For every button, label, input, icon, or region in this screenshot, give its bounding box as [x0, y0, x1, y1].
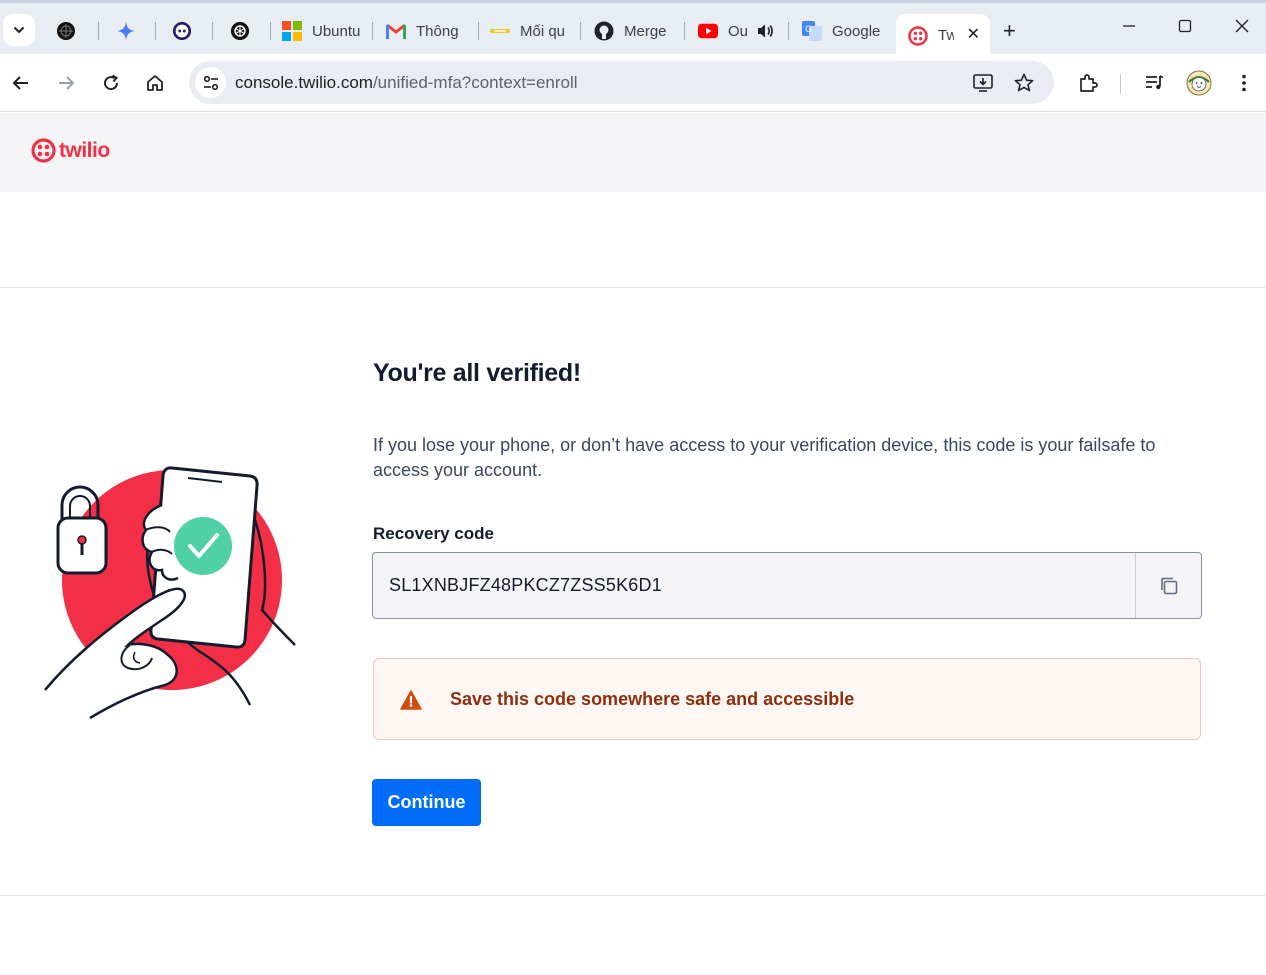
bottom-divider — [0, 895, 1266, 896]
copilot-icon — [172, 21, 192, 41]
padlock-icon — [56, 485, 108, 575]
install-app-icon[interactable] — [972, 72, 994, 94]
github-icon — [594, 21, 614, 41]
bookmark-star-icon[interactable] — [1013, 72, 1035, 94]
tab-title: Merge — [624, 22, 667, 40]
tab-close-icon[interactable]: ✕ — [967, 24, 980, 44]
warning-triangle-icon — [400, 690, 422, 710]
tab-separator — [580, 22, 581, 40]
media-controls-icon[interactable] — [1141, 70, 1167, 96]
address-bar[interactable]: console.twilio.com/unified-mfa?context=e… — [189, 61, 1054, 104]
browser-tab-moi-quan[interactable]: Mối qu — [478, 11, 580, 51]
continue-button[interactable]: Continue — [372, 779, 481, 826]
toolbar-separator — [1120, 74, 1121, 94]
logo-wordmark: twilio — [59, 138, 110, 162]
home-icon — [147, 75, 163, 91]
copy-icon — [1160, 577, 1177, 594]
checkmark-circle-icon — [174, 517, 232, 575]
url-text: console.twilio.com/unified-mfa?context=e… — [235, 73, 578, 93]
browser-toolbar: console.twilio.com/unified-mfa?context=e… — [0, 54, 1266, 112]
browser-tab-copilot[interactable] — [160, 11, 212, 51]
browser-tab-ubuntu[interactable]: Ubuntu — [270, 11, 372, 51]
chevron-down-icon — [14, 27, 24, 34]
youtube-icon — [698, 23, 718, 39]
browser-tab-github[interactable]: Merge — [582, 11, 684, 51]
gemini-icon — [117, 22, 135, 40]
verified-phone-illustration — [40, 460, 300, 725]
extensions-puzzle-icon[interactable] — [1075, 70, 1101, 96]
browser-tab-bar: Ubuntu Thông Mối qu Merge Ou G Google Tw… — [0, 0, 1266, 57]
browser-tab-perplexity[interactable] — [44, 11, 98, 51]
url-host: console.twilio.com — [235, 73, 373, 92]
recovery-code-value[interactable]: SL1XNBJFZ48PKCZ7ZSS5K6D1 — [389, 575, 662, 596]
site-info-button[interactable] — [195, 67, 226, 98]
twilio-logo-icon — [31, 138, 56, 163]
copy-code-button[interactable] — [1135, 553, 1201, 618]
tab-title: Google — [832, 22, 881, 40]
chatgpt-icon — [230, 21, 250, 41]
twilio-icon — [908, 25, 928, 46]
tab-search-button[interactable] — [3, 14, 35, 46]
browser-tab-gemini[interactable] — [104, 11, 154, 51]
reload-icon — [104, 74, 119, 91]
browser-tab-chatgpt[interactable] — [218, 11, 270, 51]
tune-icon — [203, 75, 218, 90]
google-translate-icon: G — [802, 21, 822, 41]
home-button[interactable] — [142, 70, 168, 96]
page-description: If you lose your phone, or don’t have ac… — [373, 435, 1156, 480]
browser-tab-youtube[interactable]: Ou — [686, 11, 788, 51]
tab-separator — [684, 22, 685, 40]
warning-callout: Save this code somewhere safe and access… — [373, 658, 1201, 740]
tab-title: Thông — [416, 22, 459, 40]
microsoft-icon — [282, 21, 302, 41]
arrow-right-icon — [59, 76, 75, 90]
browser-tab-gmail[interactable]: Thông — [374, 11, 478, 51]
browser-menu-icon[interactable] — [1231, 70, 1257, 96]
minimize-icon[interactable] — [1121, 18, 1137, 39]
tab-separator — [155, 22, 156, 40]
bookmark-icon — [490, 29, 510, 33]
tab-separator — [372, 22, 373, 40]
tab-title: Tw — [938, 27, 954, 44]
recovery-code-label: Recovery code — [373, 524, 494, 543]
arrow-left-icon — [12, 76, 28, 90]
tab-separator — [212, 22, 213, 40]
maximize-icon[interactable] — [1177, 18, 1193, 39]
twilio-logo[interactable]: twilio — [31, 138, 110, 163]
warning-text: Save this code somewhere safe and access… — [450, 689, 855, 709]
site-header: twilio — [0, 113, 1266, 192]
tab-separator — [98, 22, 99, 40]
browser-tab-twilio-active[interactable]: Tw ✕ — [896, 14, 990, 57]
gmail-icon — [386, 23, 406, 39]
profile-avatar-icon[interactable] — [1186, 70, 1212, 96]
tab-title: Mối qu — [520, 22, 566, 40]
audio-playing-icon[interactable] — [756, 23, 774, 39]
forward-button[interactable] — [53, 70, 79, 96]
url-path: /unified-mfa?context=enroll — [372, 73, 578, 92]
new-tab-plus-icon[interactable]: + — [1003, 20, 1016, 42]
page-title: You're all verified! — [373, 359, 581, 387]
tab-separator — [788, 22, 789, 40]
top-divider — [0, 287, 1266, 288]
reload-button[interactable] — [98, 70, 124, 96]
tab-title: Ou — [728, 22, 749, 40]
browser-tab-google-translate[interactable]: G Google — [790, 11, 892, 51]
close-window-icon[interactable] — [1234, 18, 1250, 39]
svg-text:G: G — [805, 25, 812, 35]
perplexity-icon — [57, 22, 75, 40]
back-button[interactable] — [8, 70, 34, 96]
tab-title: Ubuntu — [312, 22, 361, 40]
recovery-code-field[interactable]: SL1XNBJFZ48PKCZ7ZSS5K6D1 — [372, 552, 1202, 619]
